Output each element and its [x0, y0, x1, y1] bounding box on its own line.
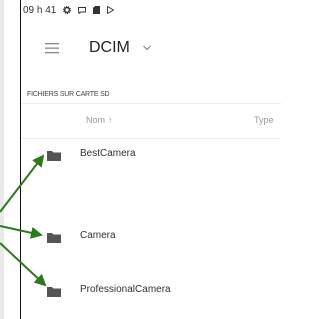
annotation-arrow: [0, 242, 47, 287]
annotation-arrows: [0, 154, 47, 287]
annotation-arrow: [0, 154, 45, 213]
annotation-arrow: [0, 225, 43, 239]
